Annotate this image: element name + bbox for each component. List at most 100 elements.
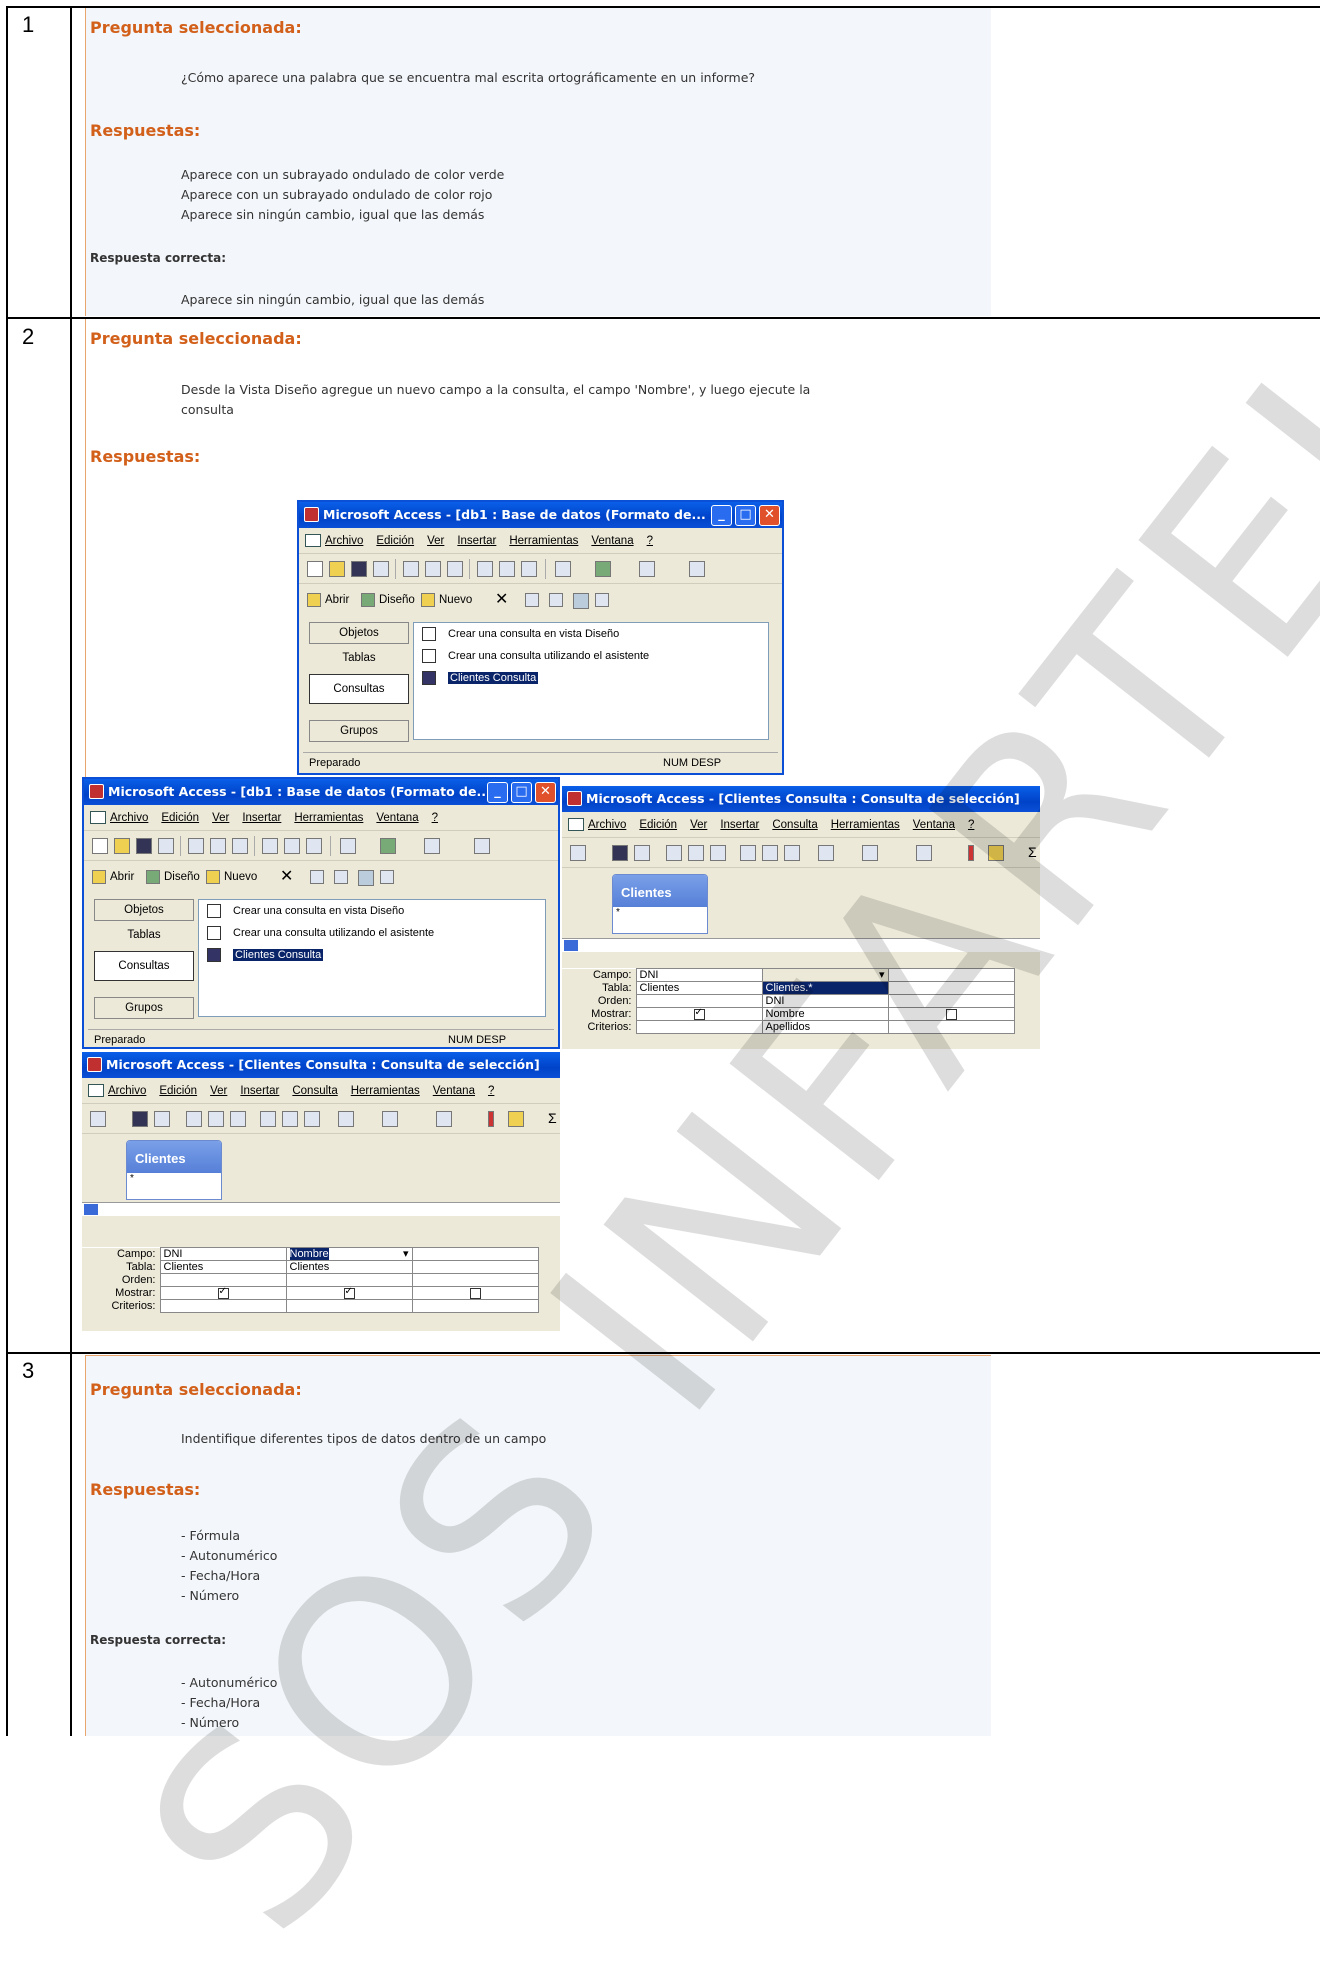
print-icon[interactable]: [666, 845, 682, 861]
preview-icon[interactable]: [210, 838, 226, 854]
open-object-icon[interactable]: [307, 593, 321, 607]
menu-archivo[interactable]: Archivo: [110, 805, 148, 831]
design-button[interactable]: Diseño: [164, 871, 200, 883]
analyze-icon[interactable]: [424, 838, 440, 854]
field-dropdown[interactable]: ▾: [761, 968, 889, 982]
spelling-icon[interactable]: [232, 838, 248, 854]
preview-icon[interactable]: [208, 1111, 224, 1127]
list-item[interactable]: Crear una consulta utilizando el asisten…: [233, 927, 434, 939]
copy-icon[interactable]: [284, 838, 300, 854]
menu-consulta[interactable]: Consulta: [772, 812, 817, 838]
grid-cell[interactable]: [887, 994, 1015, 1008]
menu-herramientas[interactable]: Herramientas: [351, 1078, 420, 1104]
objects-consultas[interactable]: Consultas: [94, 951, 194, 981]
field-value-selected[interactable]: Nombre: [289, 1248, 329, 1260]
grid-cell[interactable]: [285, 1299, 413, 1313]
list-view-icon[interactable]: [573, 593, 589, 609]
show-checkbox[interactable]: [887, 1007, 1015, 1021]
print-icon[interactable]: [186, 1111, 202, 1127]
scroll-left-icon[interactable]: [84, 1204, 98, 1215]
cut-icon[interactable]: [260, 1111, 276, 1127]
show-checkbox[interactable]: [411, 1286, 539, 1300]
open-button[interactable]: Abrir: [110, 871, 134, 883]
redo-icon[interactable]: [862, 845, 878, 861]
query-type-icon[interactable]: [436, 1111, 452, 1127]
office-links-icon[interactable]: [380, 838, 396, 854]
objects-tablas[interactable]: Tablas: [94, 923, 194, 949]
close-icon[interactable]: ✕: [759, 505, 780, 526]
menu-ver[interactable]: Ver: [210, 1078, 227, 1104]
menu-ver[interactable]: Ver: [427, 528, 444, 554]
design-icon[interactable]: [146, 870, 160, 884]
groups-button[interactable]: Grupos: [309, 720, 409, 742]
menu-archivo[interactable]: Archivo: [588, 812, 626, 838]
menu-edicion[interactable]: Edición: [639, 812, 677, 838]
paste-icon[interactable]: [521, 561, 537, 577]
list-item[interactable]: Crear una consulta utilizando el asisten…: [448, 650, 649, 662]
new-icon[interactable]: [92, 838, 108, 854]
grid-cell[interactable]: [887, 981, 1015, 995]
menu-insertar[interactable]: Insertar: [720, 812, 759, 838]
menu-ventana[interactable]: Ventana: [591, 528, 633, 554]
show-table-icon[interactable]: [508, 1111, 524, 1127]
dropdown-option[interactable]: DNI: [761, 994, 889, 1008]
menu-insertar[interactable]: Insertar: [242, 805, 281, 831]
search-icon[interactable]: [634, 845, 650, 861]
maximize-icon[interactable]: □: [735, 505, 756, 526]
undo-icon[interactable]: [818, 845, 834, 861]
menu-edicion[interactable]: Edición: [376, 528, 414, 554]
list-view-icon[interactable]: [358, 870, 374, 886]
grid-cell[interactable]: Clientes: [635, 981, 763, 995]
design-icon[interactable]: [361, 593, 375, 607]
list-item[interactable]: Crear una consulta en vista Diseño: [233, 905, 404, 917]
details-view-icon[interactable]: [380, 870, 394, 884]
undo-icon[interactable]: [340, 838, 356, 854]
grid-cell[interactable]: [159, 1273, 287, 1287]
large-icons-icon[interactable]: [310, 870, 324, 884]
horizontal-scrollbar[interactable]: [82, 1202, 560, 1216]
open-button[interactable]: Abrir: [325, 594, 349, 606]
view-icon[interactable]: [570, 845, 586, 861]
search-icon[interactable]: [158, 838, 174, 854]
delete-icon[interactable]: ✕: [495, 589, 508, 609]
grid-cell[interactable]: [411, 1247, 539, 1261]
menu-help[interactable]: ?: [432, 805, 438, 831]
details-view-icon[interactable]: [595, 593, 609, 607]
menu-herramientas[interactable]: Herramientas: [294, 805, 363, 831]
groups-button[interactable]: Grupos: [94, 997, 194, 1019]
paste-icon[interactable]: [304, 1111, 320, 1127]
relationships-icon[interactable]: [689, 561, 705, 577]
grid-cell[interactable]: [887, 1020, 1015, 1034]
dropdown-arrow-icon[interactable]: ▾: [403, 1248, 409, 1260]
show-checkbox[interactable]: [285, 1286, 413, 1300]
grid-cell[interactable]: [159, 1299, 287, 1313]
field-list-item[interactable]: *: [613, 907, 707, 918]
preview-icon[interactable]: [425, 561, 441, 577]
grid-cell[interactable]: [411, 1299, 539, 1313]
save-icon[interactable]: [351, 561, 367, 577]
grid-cell[interactable]: DNI: [635, 968, 763, 982]
spelling-icon[interactable]: [710, 845, 726, 861]
dropdown-option-selected[interactable]: Clientes.*: [761, 981, 889, 995]
open-icon[interactable]: [329, 561, 345, 577]
menu-ver[interactable]: Ver: [690, 812, 707, 838]
menu-help[interactable]: ?: [968, 812, 974, 838]
run-icon[interactable]: [968, 845, 974, 861]
cut-icon[interactable]: [740, 845, 756, 861]
paste-icon[interactable]: [306, 838, 322, 854]
grid-cell[interactable]: [285, 1273, 413, 1287]
save-icon[interactable]: [136, 838, 152, 854]
menu-ventana[interactable]: Ventana: [433, 1078, 475, 1104]
menu-herramientas[interactable]: Herramientas: [831, 812, 900, 838]
grid-cell[interactable]: [887, 968, 1015, 982]
dropdown-option[interactable]: Apellidos: [761, 1020, 889, 1034]
grid-cell[interactable]: [635, 994, 763, 1008]
query-type-icon[interactable]: [916, 845, 932, 861]
grid-cell[interactable]: Clientes: [285, 1260, 413, 1274]
print-icon[interactable]: [188, 838, 204, 854]
totals-icon[interactable]: Σ: [548, 1110, 557, 1126]
menu-insertar[interactable]: Insertar: [457, 528, 496, 554]
search-icon[interactable]: [373, 561, 389, 577]
grid-cell[interactable]: [635, 1020, 763, 1034]
objects-tablas[interactable]: Tablas: [309, 646, 409, 672]
